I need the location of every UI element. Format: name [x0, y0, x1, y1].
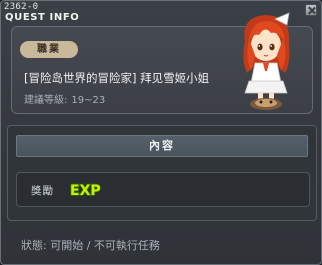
exp-text: EXP — [70, 183, 101, 199]
reward-box: 獎勵 EXP — [16, 172, 310, 207]
window-title: QUEST INFO — [5, 12, 80, 23]
quest-status: 狀態: 可開始 / 不可執行任務 — [21, 239, 160, 252]
quest-id: 2362-0 — [4, 2, 39, 12]
level-label: 建議等級: — [24, 95, 68, 106]
reward-label: 獎勵 — [31, 185, 54, 197]
job-badge: 職業 — [20, 41, 78, 58]
quest-name: [冒险岛世界的冒险家] 拜见雪姬小姐 — [24, 71, 210, 85]
quest-info-window: 2362-0 QUEST INFO 職業 [冒险岛世界的冒险家] 拜见雪姬小姐 … — [0, 0, 322, 265]
content-header: 內容 — [16, 135, 308, 157]
exp-icon: EXP — [69, 182, 101, 199]
npc-portrait-icon — [243, 12, 290, 110]
close-icon[interactable] — [305, 4, 317, 16]
content-panel: 內容 獎勵 EXP — [7, 125, 317, 221]
level-range: 19~23 — [71, 95, 106, 106]
recommended-level: 建議等級: 19~23 — [24, 91, 109, 106]
